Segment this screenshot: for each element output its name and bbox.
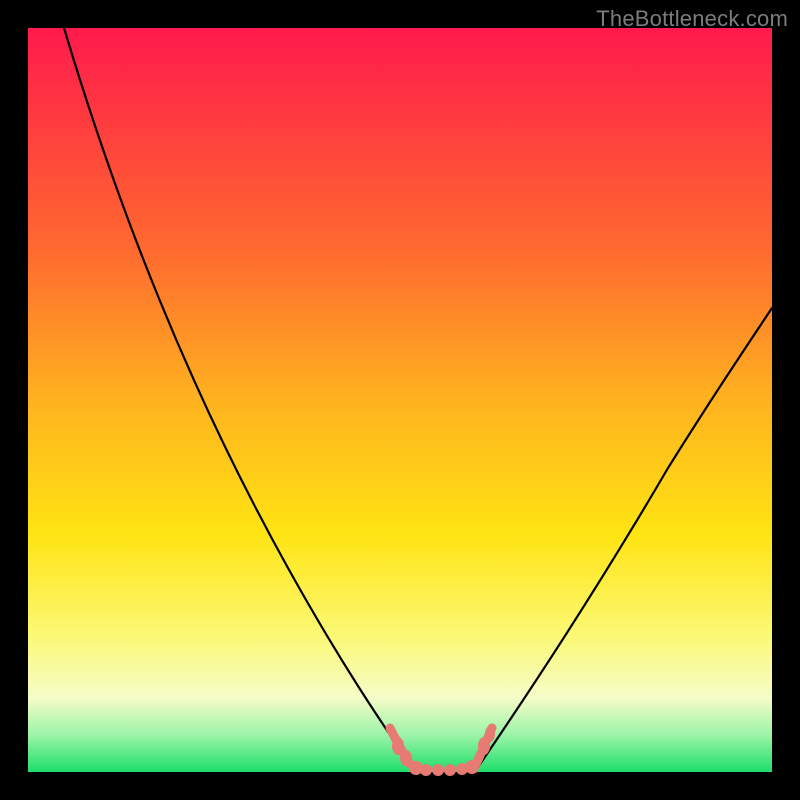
valley-marker-dot: [432, 764, 444, 776]
valley-marker-dot: [444, 764, 456, 776]
plot-area: [28, 28, 772, 772]
valley-marker-blob: [400, 750, 412, 766]
curve-svg: [28, 28, 772, 772]
valley-marker-blob: [485, 726, 495, 742]
left-branch-curve: [64, 28, 414, 770]
chart-frame: TheBottleneck.com: [0, 0, 800, 800]
valley-marker-dot: [420, 764, 432, 776]
right-branch-curve: [476, 308, 772, 770]
valley-marker-dot: [465, 760, 479, 774]
